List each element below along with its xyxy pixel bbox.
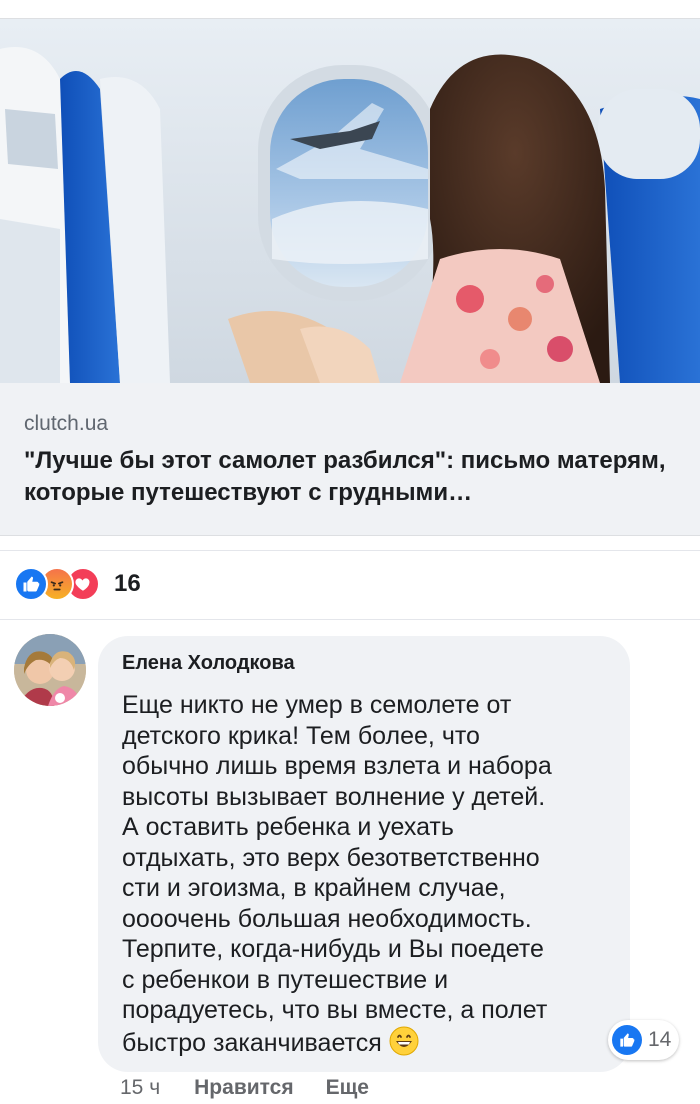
comment-like-count: 14 <box>648 1028 672 1051</box>
comment-author[interactable]: Елена Холодкова <box>122 650 608 676</box>
comment-body: Еще никто не умер в семолете от детского… <box>122 691 552 1057</box>
like-icon <box>14 567 48 601</box>
grinning-face-emoji-icon <box>389 1026 419 1056</box>
divider <box>0 550 700 551</box>
link-domain: clutch.ua <box>24 412 109 435</box>
avatar-photo <box>14 634 86 706</box>
link-title[interactable]: "Лучше бы этот самолет разбился": письмо… <box>24 445 680 509</box>
more-button[interactable]: Еще <box>326 1076 369 1100</box>
comment-actions: 15 ч Нравится Еще <box>120 1076 401 1100</box>
link-preview-card[interactable]: clutch.ua "Лучше бы этот самолет разбилс… <box>0 18 700 536</box>
airplane-scene-illustration <box>0 19 700 383</box>
reactions-summary[interactable]: 16 <box>14 566 141 602</box>
reaction-count: 16 <box>114 570 141 597</box>
divider <box>0 619 700 620</box>
comment-bubble: Елена Холодкова Еще никто не умер в семо… <box>98 636 630 1072</box>
avatar[interactable] <box>14 634 86 706</box>
like-button[interactable]: Нравится <box>194 1076 293 1100</box>
like-icon <box>612 1025 642 1055</box>
link-meta[interactable]: clutch.ua "Лучше бы этот самолет разбилс… <box>24 411 680 509</box>
comment-timestamp[interactable]: 15 ч <box>120 1076 160 1100</box>
top-strip <box>0 0 700 18</box>
comment-text: Еще никто не умер в семолете от детского… <box>122 690 608 1058</box>
comment-reactions[interactable]: 14 <box>608 1020 680 1060</box>
link-preview-image[interactable] <box>0 19 700 383</box>
